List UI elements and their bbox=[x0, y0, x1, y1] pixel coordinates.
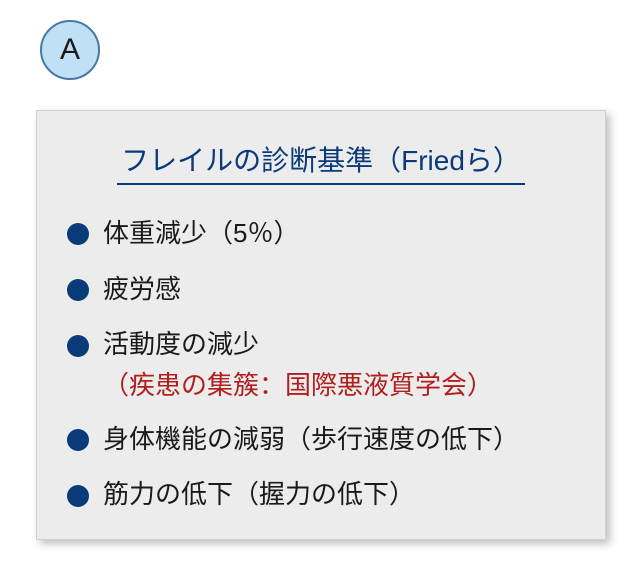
list-item: 筋力の低下（握力の低下） bbox=[67, 474, 575, 516]
page: A フレイルの診断基準（Friedら） 体重減少（5％） 疲労感 活動度の減少 … bbox=[0, 0, 640, 574]
list-item: 活動度の減少 （疾患の集簇：国際悪液質学会） bbox=[67, 324, 575, 405]
list-item: 体重減少（5％） bbox=[67, 213, 575, 255]
criteria-card: フレイルの診断基準（Friedら） 体重減少（5％） 疲労感 活動度の減少 （疾… bbox=[36, 110, 606, 540]
list-item-text: 筋力の低下（握力の低下） bbox=[103, 479, 415, 509]
section-badge-label: A bbox=[60, 33, 80, 67]
card-title: フレイルの診断基準（Friedら） bbox=[67, 139, 575, 191]
criteria-list: 体重減少（5％） 疲労感 活動度の減少 （疾患の集簇：国際悪液質学会） 身体機能… bbox=[67, 213, 575, 516]
section-badge: A bbox=[40, 20, 100, 80]
card-title-text: フレイルの診断基準（Friedら） bbox=[117, 139, 525, 185]
list-item-subtext: （疾患の集簇：国際悪液質学会） bbox=[103, 366, 575, 405]
list-item-text: 体重減少（5％） bbox=[103, 218, 299, 248]
list-item-text: 活動度の減少 bbox=[103, 329, 259, 359]
list-item-text: 身体機能の減弱（歩行速度の低下） bbox=[103, 424, 519, 454]
list-item: 疲労感 bbox=[67, 269, 575, 311]
list-item: 身体機能の減弱（歩行速度の低下） bbox=[67, 419, 575, 461]
list-item-text: 疲労感 bbox=[103, 274, 181, 304]
